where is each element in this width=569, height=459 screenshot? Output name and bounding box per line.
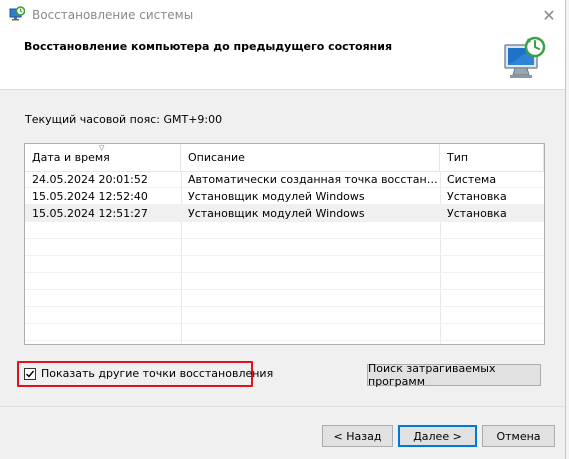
cell-description: Автоматически созданная точка восстановл… bbox=[188, 173, 440, 186]
footer-separator bbox=[0, 406, 565, 407]
cell-date: 24.05.2024 20:01:52 bbox=[32, 173, 148, 186]
column-header-type[interactable]: Тип bbox=[440, 144, 544, 171]
close-button[interactable]: ✕ bbox=[539, 5, 559, 25]
empty-row bbox=[25, 307, 544, 324]
empty-row bbox=[25, 341, 544, 344]
show-more-restore-points-checkbox[interactable]: Показать другие точки восстановления bbox=[24, 367, 273, 380]
cell-type: Установка bbox=[447, 190, 507, 203]
table-row[interactable]: 15.05.2024 12:52:40 Установщик модулей W… bbox=[25, 188, 544, 205]
cell-type: Установка bbox=[447, 207, 507, 220]
system-restore-monitor-icon bbox=[501, 35, 549, 83]
system-restore-dialog: Восстановление системы ✕ Восстановление … bbox=[0, 0, 566, 459]
restore-points-list[interactable]: ▽ Дата и время Описание Тип 24.05.2024 2… bbox=[24, 143, 545, 345]
cell-description: Установщик модулей Windows bbox=[188, 207, 365, 220]
system-restore-app-icon bbox=[9, 6, 26, 22]
title-bar: Восстановление системы ✕ bbox=[0, 0, 565, 30]
wizard-header: Восстановление компьютера до предыдущего… bbox=[0, 30, 565, 90]
cancel-button[interactable]: Отмена bbox=[482, 425, 555, 447]
empty-row bbox=[25, 290, 544, 307]
column-header-date[interactable]: ▽ Дата и время bbox=[25, 144, 181, 171]
close-icon: ✕ bbox=[542, 5, 556, 25]
column-header-description[interactable]: Описание bbox=[181, 144, 440, 171]
checkbox-label: Показать другие точки восстановления bbox=[41, 367, 274, 380]
empty-row bbox=[25, 239, 544, 256]
empty-row bbox=[25, 256, 544, 273]
checkmark-icon bbox=[26, 370, 35, 378]
cell-date: 15.05.2024 12:52:40 bbox=[32, 190, 148, 203]
window-title: Восстановление системы bbox=[32, 8, 194, 22]
next-button[interactable]: Далее > bbox=[398, 425, 477, 447]
list-header: ▽ Дата и время Описание Тип bbox=[25, 144, 544, 172]
cell-date: 15.05.2024 12:51:27 bbox=[32, 207, 148, 220]
empty-row bbox=[25, 273, 544, 290]
cell-type: Система bbox=[447, 173, 497, 186]
empty-row bbox=[25, 324, 544, 341]
timezone-label: Текущий часовой пояс: GMT+9:00 bbox=[25, 113, 223, 126]
cell-description: Установщик модулей Windows bbox=[188, 190, 365, 203]
sort-down-icon: ▽ bbox=[99, 144, 105, 152]
table-row-selected[interactable]: 15.05.2024 12:51:27 Установщик модулей W… bbox=[25, 205, 544, 222]
list-rows: 24.05.2024 20:01:52 Автоматически создан… bbox=[25, 171, 544, 344]
back-button[interactable]: < Назад bbox=[322, 425, 393, 447]
table-row[interactable]: 24.05.2024 20:01:52 Автоматически создан… bbox=[25, 171, 544, 188]
checkbox-box[interactable] bbox=[24, 367, 36, 380]
scan-affected-programs-button[interactable]: Поиск затрагиваемых программ bbox=[367, 362, 541, 388]
empty-row bbox=[25, 222, 544, 239]
page-title: Восстановление компьютера до предыдущего… bbox=[24, 40, 393, 53]
